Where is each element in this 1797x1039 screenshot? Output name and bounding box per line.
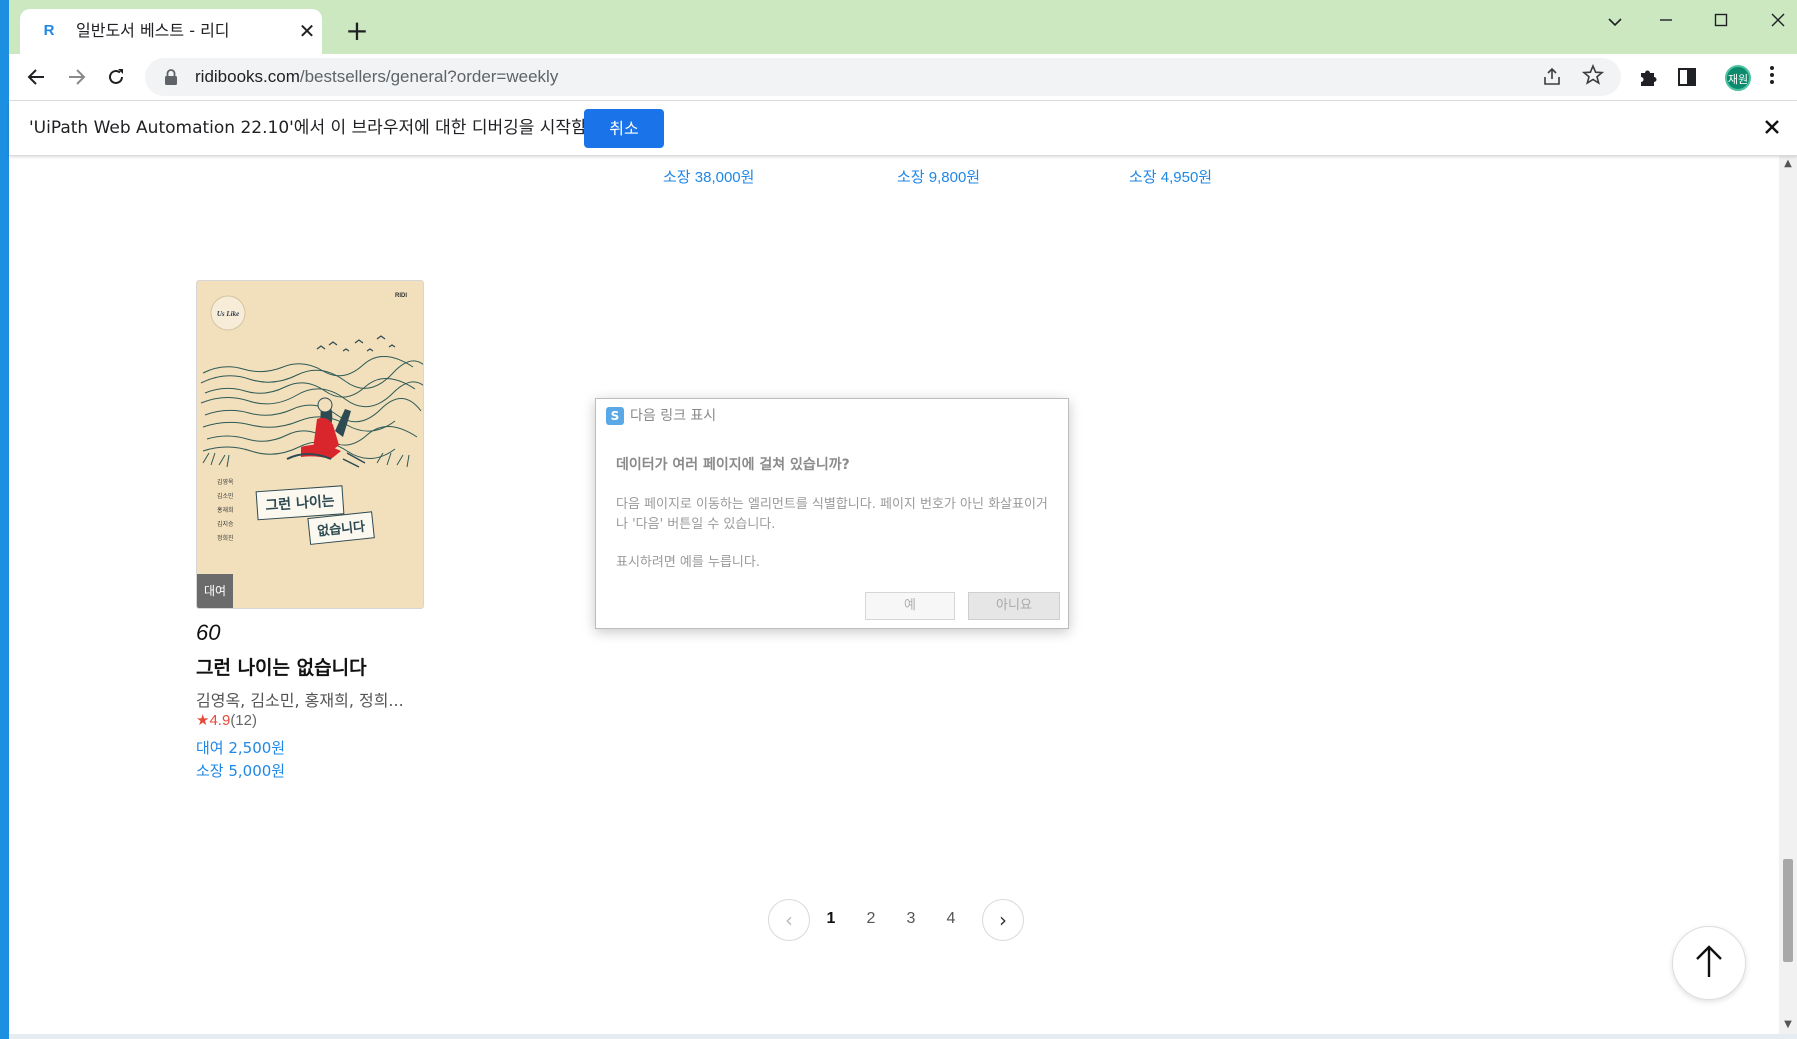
forward-arrow-icon[interactable]	[62, 62, 92, 92]
url-text[interactable]: ridibooks.com/bestsellers/general?order=…	[195, 67, 558, 87]
dialog-no-button[interactable]: 아니요	[968, 592, 1060, 620]
book-cover-illustration: Us Like RIDI 김영옥 김소민 홍재희 김지승 정희진 그런 나이는 …	[197, 281, 423, 608]
scroll-up-arrow-icon[interactable]: ▲	[1779, 155, 1797, 173]
book-authors[interactable]: 김영옥, 김소민, 홍재희, 정희...	[196, 687, 404, 711]
star-icon: ★	[196, 712, 210, 729]
cover-author: 정희진	[217, 534, 234, 542]
cover-author: 김지승	[217, 520, 234, 528]
page-number-1[interactable]: 1	[819, 910, 843, 928]
browser-toolbar: ridibooks.com/bestsellers/general?order=…	[9, 54, 1797, 101]
prev-row-price[interactable]: 소장 9,800원	[897, 166, 980, 187]
lock-icon[interactable]	[163, 68, 181, 86]
more-menu-icon[interactable]	[1769, 64, 1779, 90]
side-panel-icon[interactable]	[1676, 66, 1700, 90]
cover-author: 김소민	[217, 492, 234, 500]
debugging-infobar: 'UiPath Web Automation 22.10'에서 이 브라우저에 …	[9, 101, 1797, 156]
prev-page-button[interactable]: ‹	[768, 899, 810, 941]
url-domain: ridibooks.com	[195, 67, 300, 86]
new-tab-button[interactable]: +	[343, 17, 371, 46]
book-cover[interactable]: Us Like RIDI 김영옥 김소민 홍재희 김지승 정희진 그런 나이는 …	[196, 280, 424, 609]
profile-avatar[interactable]: 재원	[1725, 65, 1751, 91]
rent-badge: 대여	[197, 574, 233, 608]
minimize-button[interactable]	[1646, 10, 1686, 34]
cover-author: 홍재희	[217, 506, 234, 514]
own-price[interactable]: 소장 5,000원	[196, 760, 285, 781]
arrow-up-icon	[1696, 945, 1722, 977]
page-scrollbar[interactable]: ▲ ▼	[1779, 155, 1797, 1034]
cover-series-logo: Us Like	[217, 310, 239, 318]
maximize-button[interactable]	[1701, 10, 1741, 34]
debugging-message: 'UiPath Web Automation 22.10'에서 이 브라우저에 …	[29, 118, 587, 138]
browser-tab[interactable]: R 일반도서 베스트 - 리디 ✕	[20, 9, 322, 54]
page-number-3[interactable]: 3	[899, 910, 923, 928]
tab-search-chevron-icon[interactable]	[1595, 10, 1635, 34]
ridi-favicon-icon: R	[43, 22, 55, 39]
dialog-title: 다음 링크 표시	[630, 408, 717, 424]
book-title[interactable]: 그런 나이는 없습니다	[196, 653, 367, 680]
book-rank: 60	[196, 620, 221, 645]
pagination: ‹ 1 2 3 4 ›	[760, 899, 1040, 943]
url-path: /bestsellers/general?order=weekly	[299, 67, 559, 86]
share-icon[interactable]	[1541, 66, 1563, 88]
dialog-question: 데이터가 여러 페이지에 걸쳐 있습니까?	[616, 457, 850, 473]
cover-publisher: RIDI	[395, 293, 407, 299]
scrollbar-thumb[interactable]	[1783, 859, 1793, 962]
dialog-prompt: 표시하려면 예를 누릅니다.	[616, 555, 760, 570]
rating-count: (12)	[230, 712, 257, 729]
page-number-4[interactable]: 4	[939, 910, 963, 928]
infobar-close-icon[interactable]	[1760, 115, 1784, 139]
rent-price[interactable]: 대여 2,500원	[196, 737, 285, 758]
taskbar-edge	[9, 1034, 1797, 1039]
address-bar[interactable]: ridibooks.com/bestsellers/general?order=…	[145, 58, 1621, 96]
left-accent-strip	[0, 0, 9, 1039]
tab-bar: R 일반도서 베스트 - 리디 ✕ +	[9, 0, 1797, 54]
prev-row-price[interactable]: 소장 38,000원	[663, 166, 754, 187]
uipath-app-icon: S	[606, 407, 624, 425]
bookmark-star-icon[interactable]	[1581, 63, 1605, 88]
book-rating: ★4.9(12)	[196, 711, 257, 729]
back-arrow-icon[interactable]	[21, 62, 51, 92]
dialog-body: 다음 페이지로 이동하는 엘리먼트를 식별합니다. 페이지 번호가 아닌 화살표…	[616, 497, 1048, 532]
scroll-down-arrow-icon[interactable]: ▼	[1779, 1016, 1797, 1034]
cancel-debugging-button[interactable]: 취소	[584, 109, 664, 148]
next-page-button[interactable]: ›	[982, 899, 1024, 941]
tab-title: 일반도서 베스트 - 리디	[76, 21, 230, 40]
rating-score: 4.9	[209, 712, 231, 729]
tab-close-icon[interactable]: ✕	[296, 20, 318, 42]
scroll-to-top-button[interactable]	[1672, 926, 1746, 1000]
page-number-2[interactable]: 2	[859, 910, 883, 928]
cover-author: 김영옥	[217, 478, 234, 486]
window-close-button[interactable]	[1758, 10, 1797, 34]
dialog-yes-button[interactable]: 예	[865, 592, 955, 620]
prev-row-price[interactable]: 소장 4,950원	[1129, 166, 1212, 187]
reload-icon[interactable]	[101, 62, 131, 92]
indicate-next-link-dialog: S 다음 링크 표시 데이터가 여러 페이지에 걸쳐 있습니까? 다음 페이지로…	[595, 398, 1069, 629]
extensions-puzzle-icon[interactable]	[1637, 66, 1661, 90]
